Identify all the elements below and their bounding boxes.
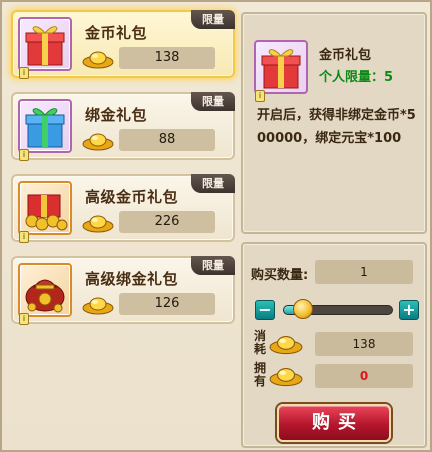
lock-icon: i	[19, 67, 29, 79]
detail-icon-frame	[254, 40, 308, 94]
purchase-panel: 购买数量: 1 − + 消耗 138 拥有 0 购买	[241, 242, 427, 448]
item-price: 226	[119, 211, 215, 233]
item-price: 126	[119, 293, 215, 315]
gift-box-icon	[25, 108, 65, 148]
lock-icon: i	[255, 90, 265, 102]
owned-label: 拥有	[253, 361, 266, 388]
cost-label: 消耗	[253, 329, 266, 356]
limited-tag: 限量	[191, 256, 235, 275]
item-detail-panel: i 金币礼包 个人限量：5 开启后，获得非绑定金币*500000，绑定元宝*10…	[241, 12, 427, 234]
item-name: 高级金币礼包	[85, 188, 179, 206]
shop-item-advanced-bound-gold-pack[interactable]: i 高级绑金礼包 126 限量	[11, 256, 235, 325]
gift-box-icon	[25, 26, 65, 66]
item-price: 138	[119, 47, 215, 69]
quantity-input[interactable]: 1	[315, 260, 413, 284]
quantity-slider[interactable]	[283, 299, 393, 319]
shop-item-bound-gold-pack[interactable]: i 绑金礼包 88 限量	[11, 92, 235, 161]
limited-tag: 限量	[191, 174, 235, 193]
item-icon-frame	[18, 17, 72, 71]
owned-value: 0	[315, 364, 413, 388]
gold-ingot-icon	[269, 336, 303, 355]
detail-item-name: 金币礼包	[319, 48, 372, 63]
gold-ingot-icon	[82, 51, 114, 69]
item-price: 88	[119, 129, 215, 151]
shop-window: i 金币礼包 138 限量 i 绑金礼包 88 限量 i 高级金币礼包 226 …	[0, 0, 432, 452]
quantity-label: 购买数量:	[251, 268, 309, 283]
item-icon-frame	[18, 181, 72, 235]
gold-ingot-icon	[269, 368, 303, 387]
shop-item-advanced-gold-pack[interactable]: i 高级金币礼包 226 限量	[11, 174, 235, 243]
limited-tag: 限量	[191, 92, 235, 111]
lock-icon: i	[19, 313, 29, 325]
gold-ingot-icon	[82, 133, 114, 151]
personal-limit: 个人限量：5	[319, 70, 394, 85]
gold-ingot-icon	[82, 297, 114, 315]
item-icon-frame	[18, 263, 72, 317]
decrease-quantity-button[interactable]: −	[255, 300, 275, 320]
gift-box-icon	[25, 194, 68, 231]
gold-ingot-icon	[82, 215, 114, 233]
gift-box-icon	[261, 49, 301, 89]
item-name: 高级绑金礼包	[85, 270, 179, 288]
item-icon-frame	[18, 99, 72, 153]
money-bag-icon	[25, 279, 65, 313]
lock-icon: i	[19, 149, 29, 161]
increase-quantity-button[interactable]: +	[399, 300, 419, 320]
lock-icon: i	[19, 231, 29, 243]
item-description: 开启后，获得非绑定金币*500000，绑定元宝*100	[257, 108, 416, 146]
shop-item-gold-pack[interactable]: i 金币礼包 138 限量	[11, 10, 235, 79]
slider-handle[interactable]	[293, 299, 314, 319]
buy-button[interactable]: 购买	[277, 404, 391, 442]
cost-value: 138	[315, 332, 413, 356]
limited-tag: 限量	[191, 10, 235, 29]
item-name: 金币礼包	[85, 24, 148, 42]
item-name: 绑金礼包	[85, 106, 148, 124]
